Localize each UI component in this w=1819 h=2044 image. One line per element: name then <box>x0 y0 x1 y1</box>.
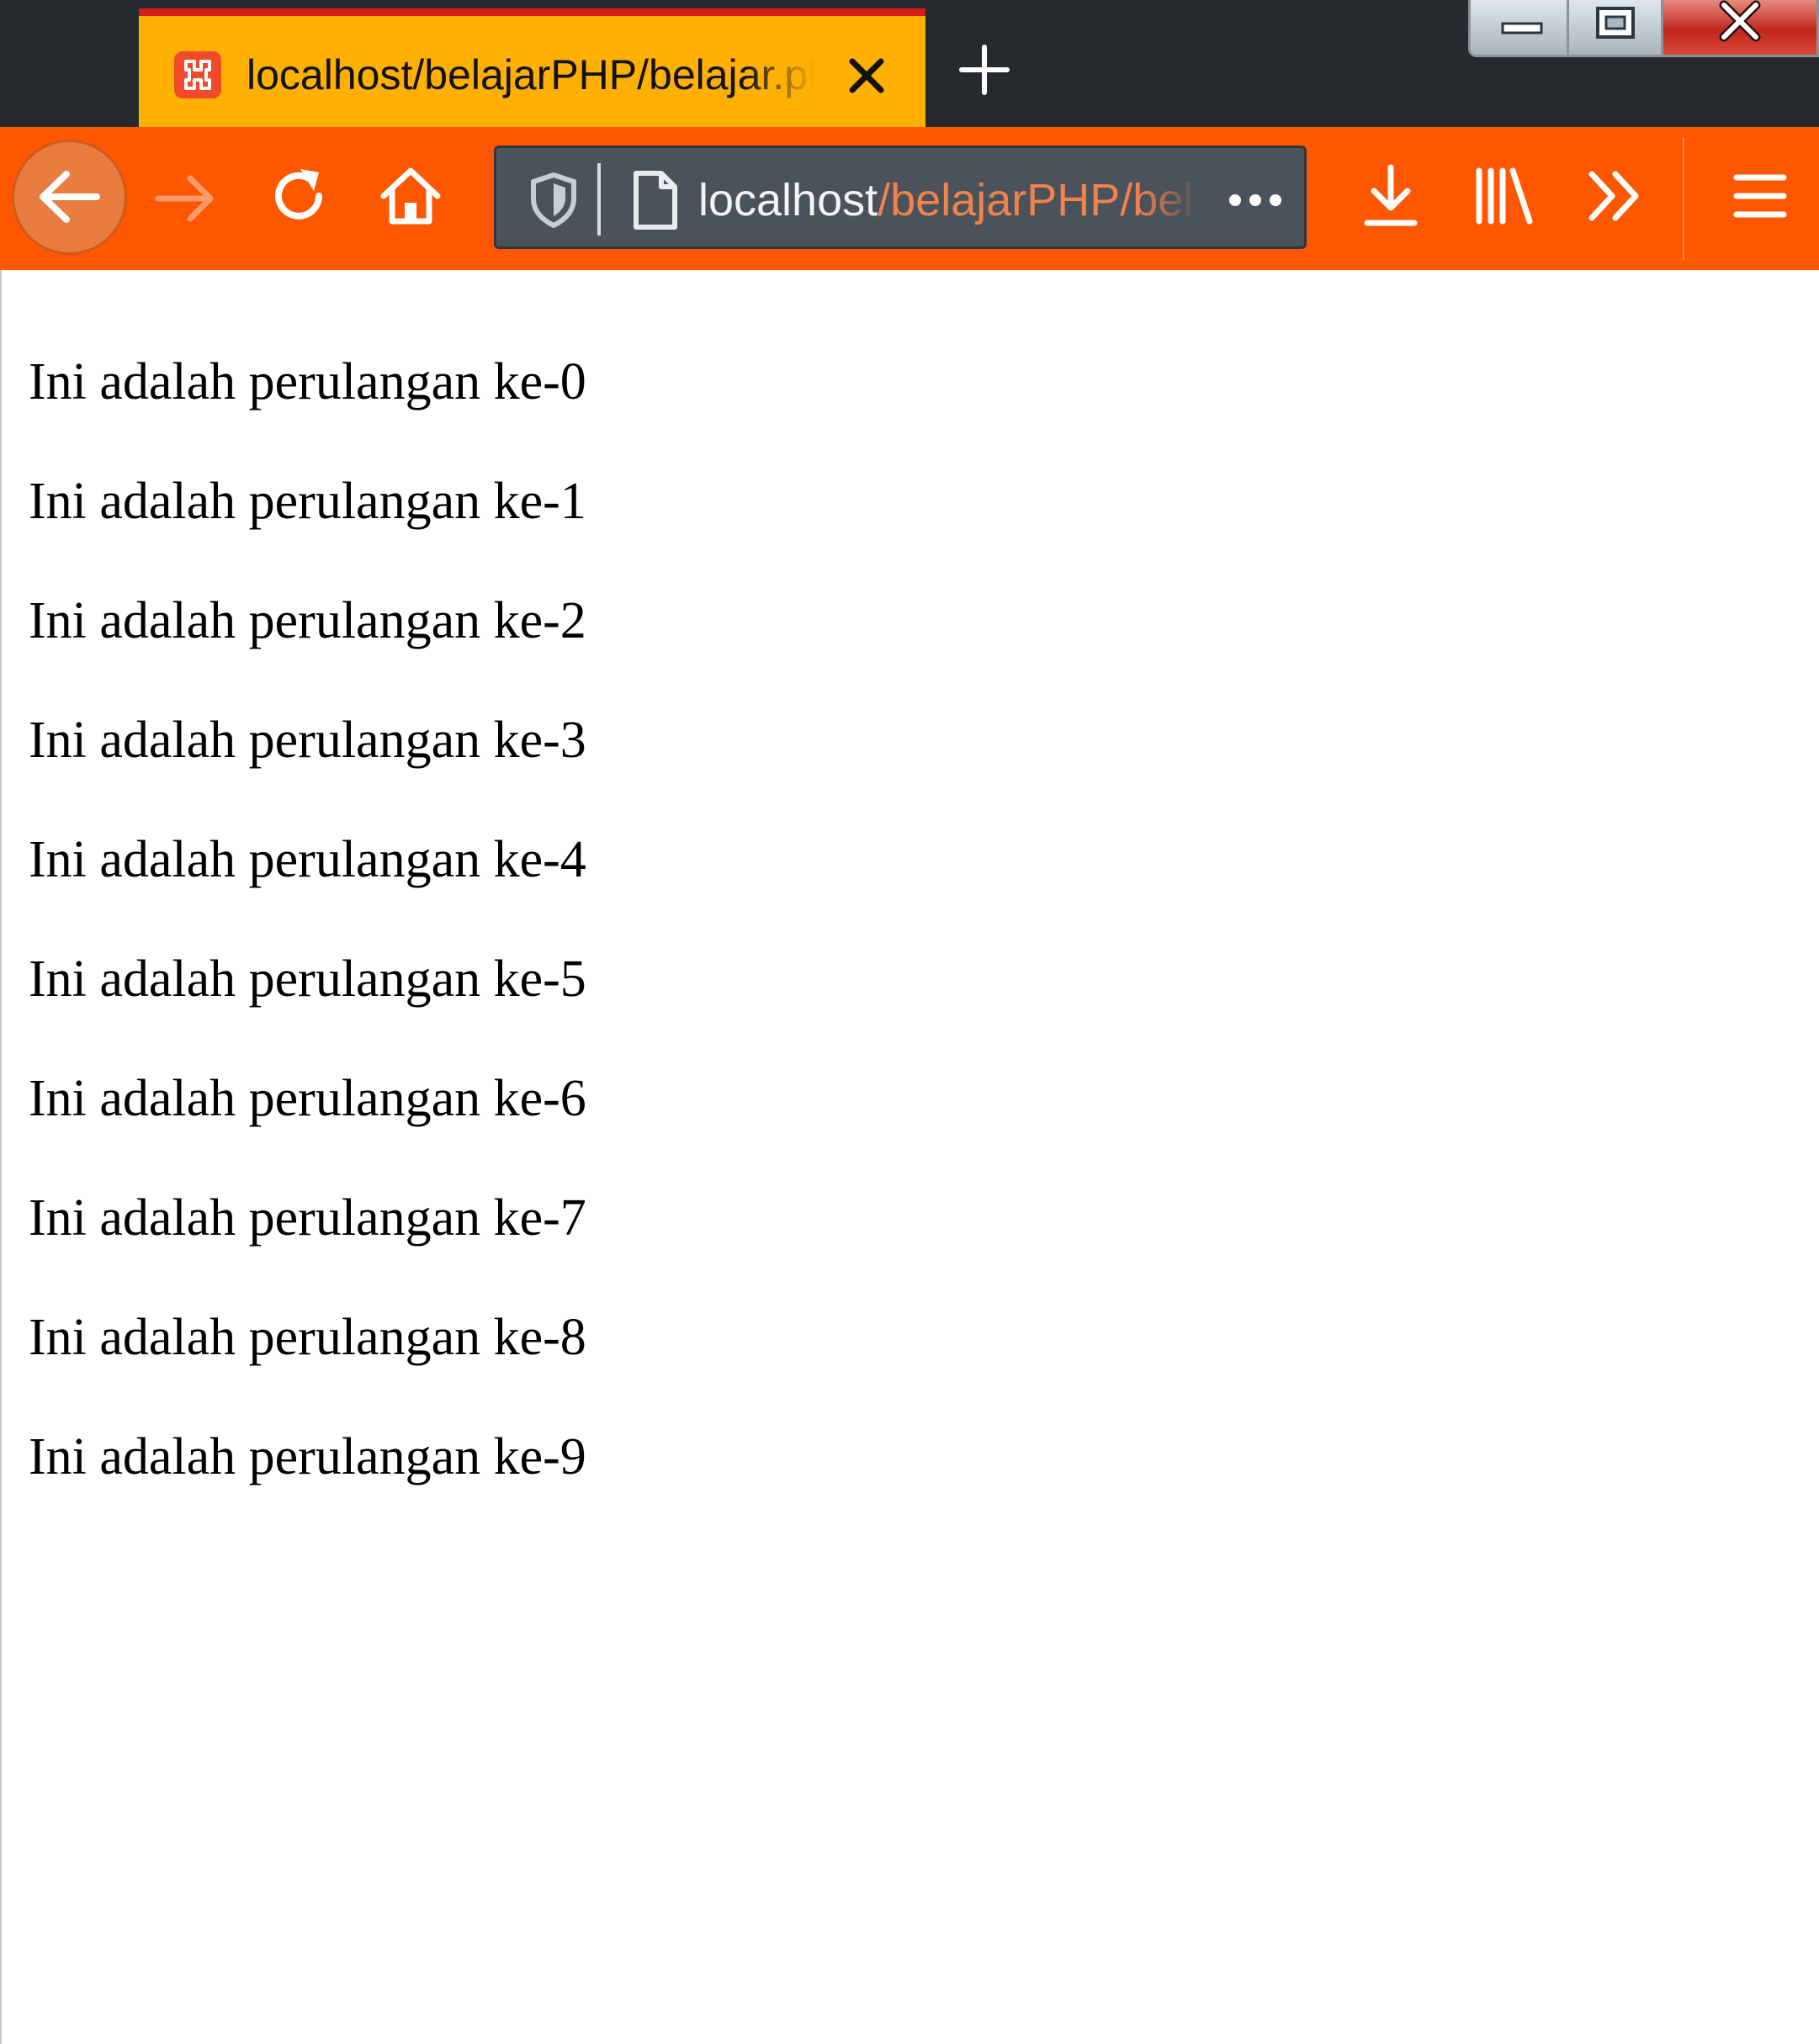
url-path: /belajarPHP/belajar.php <box>878 175 1199 225</box>
page-content: Ini adalah perulangan ke-0 Ini adalah pe… <box>0 270 1819 2044</box>
page-document-icon[interactable] <box>621 167 688 234</box>
loop-output-line: Ini adalah perulangan ke-6 <box>29 1070 586 1127</box>
overflow-chevron-icon[interactable] <box>1582 162 1649 230</box>
download-icon[interactable] <box>1357 162 1424 230</box>
library-icon[interactable] <box>1471 162 1538 230</box>
home-icon[interactable] <box>377 162 444 230</box>
address-bar[interactable]: localhost/belajarPHP/belajar.php <box>494 146 1307 249</box>
loop-output-line: Ini adalah perulangan ke-7 <box>29 1189 586 1247</box>
maximize-icon <box>1596 7 1635 39</box>
new-tab-plus-icon[interactable] <box>955 40 1014 99</box>
navigation-toolbar: localhost/belajarPHP/belajar.php <box>0 127 1819 270</box>
maximize-button[interactable] <box>1569 0 1663 57</box>
toolbar-divider <box>1683 137 1684 260</box>
window-close-button[interactable] <box>1663 0 1819 57</box>
close-icon[interactable] <box>844 53 889 98</box>
loop-output-line: Ini adalah perulangan ke-5 <box>29 951 586 1008</box>
loop-output-line: Ini adalah perulangan ke-4 <box>29 831 586 888</box>
minimize-icon <box>1501 22 1543 34</box>
tab-strip: localhost/belajarPHP/belajar.php <box>0 0 1819 127</box>
tab-title: localhost/belajarPHP/belajar.php <box>247 51 814 98</box>
reload-icon[interactable] <box>265 162 332 230</box>
shield-icon[interactable] <box>520 167 587 234</box>
window-controls <box>1468 0 1819 61</box>
address-bar-divider <box>597 163 601 236</box>
loop-output-line: Ini adalah perulangan ke-0 <box>29 353 586 410</box>
loop-output-line: Ini adalah perulangan ke-9 <box>29 1428 586 1485</box>
loop-output-line: Ini adalah perulangan ke-8 <box>29 1309 586 1366</box>
active-tab[interactable]: localhost/belajarPHP/belajar.php <box>139 8 925 127</box>
loop-output-line: Ini adalah perulangan ke-2 <box>29 592 586 649</box>
url-text[interactable]: localhost/belajarPHP/belajar.php <box>698 172 1199 229</box>
hamburger-menu-icon[interactable] <box>1726 162 1794 230</box>
minimize-button[interactable] <box>1468 0 1569 57</box>
url-host: localhost <box>698 175 878 225</box>
back-arrow-icon <box>40 171 100 223</box>
loop-output-line: Ini adalah perulangan ke-3 <box>29 712 586 769</box>
forward-arrow-icon[interactable] <box>151 165 219 232</box>
xampp-icon <box>174 51 221 98</box>
back-button[interactable] <box>12 140 127 255</box>
window-close-icon <box>1719 0 1761 42</box>
loop-output-line: Ini adalah perulangan ke-1 <box>29 473 586 530</box>
more-actions-icon[interactable] <box>1222 167 1289 234</box>
